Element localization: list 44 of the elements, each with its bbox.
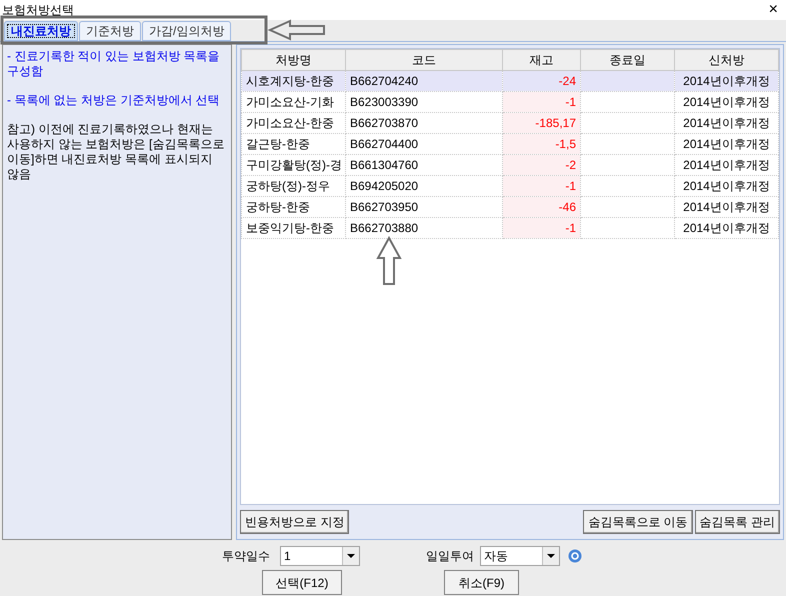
- cancel-button[interactable]: 취소(F9): [444, 570, 519, 595]
- tab[interactable]: 가감/임의처방: [142, 21, 232, 41]
- table-row[interactable]: 가미소요산-기화 B623003390 -1 2014년이후개정: [242, 92, 778, 112]
- note-text: 참고) 이전에 진료기록하였으나 현재는 사용하지 않는 보험처방은 [숨김목록으로 이동]하면 내진료처방 목록에 표시되지 않음: [7, 122, 226, 182]
- arrow-icon: [376, 236, 402, 285]
- arrow-icon: [268, 19, 325, 41]
- help-icon[interactable]: [568, 549, 582, 563]
- tab[interactable]: 내진료처방: [4, 21, 78, 41]
- caret-icon: [547, 554, 555, 558]
- table-row[interactable]: 시호계지탕-한중 B662704240 -24 2014년이후개정: [242, 70, 778, 92]
- column-header[interactable]: 처방명: [242, 50, 346, 70]
- table-cell: -2: [502, 154, 580, 176]
- column-header[interactable]: 종료일: [580, 50, 674, 70]
- dropdown[interactable]: 자동: [480, 546, 560, 566]
- table-cell: -46: [502, 196, 580, 218]
- table-cell: 2014년이후개정: [674, 218, 778, 238]
- select-button[interactable]: 선택(F12): [262, 570, 342, 595]
- tab[interactable]: 기준처방: [79, 21, 141, 41]
- table-row[interactable]: 궁하탕-한중 B662703950 -46 2014년이후개정: [242, 196, 778, 218]
- caret-icon: [347, 554, 355, 558]
- table-row[interactable]: 보중익기탕-한중 B662703880 -1 2014년이후개정: [242, 218, 778, 238]
- table-row[interactable]: 가미소요산-한중 B662703870 -185,17 2014년이후개정: [242, 112, 778, 134]
- note-text: - 진료기록한 적이 있는 보험처방 목록을 구성함: [7, 49, 221, 79]
- action-button[interactable]: 숨김목록으로 이동: [583, 510, 693, 534]
- field-label: 일일투여: [426, 548, 475, 565]
- dropdown[interactable]: 1: [280, 546, 360, 566]
- action-button[interactable]: 숨김목록 관리: [694, 510, 780, 534]
- column-header[interactable]: 신처방: [674, 50, 778, 70]
- action-button[interactable]: 빈용처방으로 지정: [240, 510, 350, 534]
- table-row[interactable]: 궁하탕(정)-정우 B694205020 -1 2014년이후개정: [242, 176, 778, 196]
- field-label: 투약일수: [222, 548, 271, 565]
- close-button[interactable]: ×: [768, 2, 778, 18]
- column-header[interactable]: 코드: [346, 50, 502, 70]
- table-cell: -1: [502, 176, 580, 196]
- table-cell: -1: [502, 92, 580, 112]
- table-cell: -185,17: [502, 112, 580, 134]
- table-cell: -1: [502, 218, 580, 238]
- note-text: - 목록에 없는 처방은 기준처방에서 선택: [7, 93, 221, 108]
- table-row[interactable]: 갈근탕-한중 B662704400 -1,5 2014년이후개정: [242, 134, 778, 154]
- column-header[interactable]: 재고: [502, 50, 580, 70]
- table-cell: -1,5: [502, 134, 580, 154]
- window-title: 보험처방선택: [2, 2, 74, 19]
- table-row[interactable]: 구미강활탕(정)-경 B661304760 -2 2014년이후개정: [242, 154, 778, 176]
- table-cell: 보중익기탕-한중: [242, 218, 346, 238]
